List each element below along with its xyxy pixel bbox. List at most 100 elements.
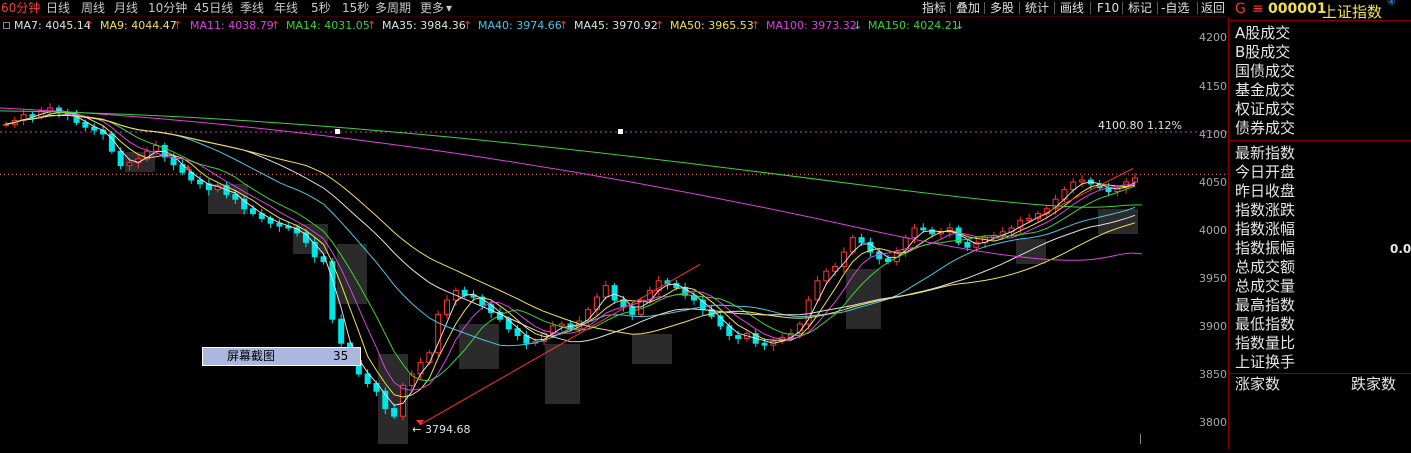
period-tab-bar: 60分钟 日线 周线 月线 10分钟 45日线 季线 年线 5秒 15秒 多周期… [0,0,1228,17]
tab-45day[interactable]: 45日线 [194,0,233,16]
low-arrow-icon: ← [412,423,422,436]
candle-body [249,208,256,215]
candle-body [338,318,345,344]
toolbar-stats-button[interactable]: 统计 [1025,0,1049,16]
y-label-4150: 4150 [1199,80,1227,93]
toolbar-divider [950,2,951,14]
y-label-3900: 3900 [1199,320,1227,333]
candle-body [602,285,609,298]
candle-body [152,144,159,152]
row-total-volume: 总成交量 [1235,277,1296,295]
tab-daily[interactable]: 日线 [46,0,70,16]
tab-5sec[interactable]: 5秒 [311,0,331,16]
candle-body [611,285,618,301]
panel-divider [1230,373,1411,374]
tab-weekly[interactable]: 周线 [81,0,105,16]
toolbar-f10-button[interactable]: F10 [1097,0,1119,16]
backdrop-block [337,244,367,304]
ma9-label: MA9: 4044.47 [100,19,177,32]
more-chevron-icon[interactable]: ▾ [446,0,452,16]
tab-15sec[interactable]: 15秒 [342,0,369,16]
ma-legend: MA7: 4045.14 ↑ MA9: 4044.47 ↑ MA11: 4038… [0,17,1228,34]
backdrop-block [459,324,499,369]
toolbar-divider [1054,2,1055,14]
candle-body [329,261,336,320]
candle-body [620,299,627,308]
toolbar-divider [1090,2,1091,14]
y-label-4050: 4050 [1199,176,1227,189]
panel-divider [1230,140,1411,141]
toolbar-remove-watchlist-button[interactable]: -自选 [1161,0,1189,16]
candle-body [1132,177,1138,183]
screenshot-tip[interactable]: 屏幕截图 35 [202,347,361,366]
ref-handle [618,129,623,134]
row-index-amplitude: 指数振幅 [1235,239,1296,257]
row-index-change: 指数涨跌 [1235,201,1296,219]
tab-monthly[interactable]: 月线 [114,0,138,16]
backdrop-block [545,344,580,404]
candle-body [3,123,9,126]
candle-body [761,342,768,346]
candle-body [920,227,927,231]
candle-body [1026,217,1033,221]
circle-number-icon[interactable]: ④ [1387,0,1396,8]
tab-multi-period[interactable]: 多周期 [375,0,411,16]
tab-quarter[interactable]: 季线 [240,0,264,16]
row-warrant-volume: 权证成交 [1235,100,1296,118]
tab-yearly[interactable]: 年线 [274,0,298,16]
decliners-label: 跌家数 [1351,375,1397,393]
index-code: 000001 [1268,1,1327,17]
candle-body [805,299,812,325]
toolbar-divider [1019,2,1020,14]
backdrop-block [1016,239,1046,264]
y-label-4200: 4200 [1199,31,1227,44]
advancers-label: 涨家数 [1235,375,1281,393]
low-price-label: 3794.68 [425,423,471,436]
row-today-open: 今日开盘 [1235,163,1296,181]
ma45-arrow: ↑ [655,19,665,32]
ma14-arrow: ↑ [367,19,377,32]
row-b-share-volume: B股成交 [1235,43,1291,61]
toolbar-overlay-button[interactable]: 叠加 [956,0,980,16]
legend-toggle-icon[interactable] [3,22,10,29]
candle-body [1079,179,1086,183]
candle-body [823,270,830,282]
tab-more[interactable]: 更多 [420,0,444,16]
row-index-change-pct: 指数涨幅 [1235,220,1296,238]
y-label-4100: 4100 [1199,128,1227,141]
candle-body [964,241,971,248]
tab-10min[interactable]: 10分钟 [148,0,187,16]
ma9-arrow: ↑ [173,19,183,32]
ma100-label: MA100: 3973.32 [766,19,857,32]
ma11-arrow: ↑ [271,19,281,32]
ma7-arrow: ↑ [85,19,95,32]
row-prev-close: 昨日收盘 [1235,182,1296,200]
menu-icon[interactable]: ≡ [1252,1,1264,17]
ma150-arrow: ↓ [955,19,965,32]
y-label-3800: 3800 [1199,416,1227,429]
toolbar-mark-button[interactable]: 标记 [1128,0,1152,16]
candle-body [117,150,124,167]
ma11-label: MA11: 4038.79 [190,19,274,32]
row-high-index: 最高指数 [1235,296,1296,314]
toolbar-divider [1122,2,1123,14]
candle-body [558,323,565,327]
toolbar-indicator-button[interactable]: 指标 [922,0,946,16]
candle-body [840,251,847,267]
candlestick-chart[interactable] [0,34,1228,449]
tab-60min[interactable]: 60分钟 [1,0,40,16]
toolbar-back-button[interactable]: 返回 [1201,0,1225,16]
row-bond-volume: 债券成交 [1235,119,1296,137]
chart-canvas[interactable] [0,34,1228,449]
ma50-label: MA50: 3965.53 [670,19,754,32]
toolbar-divider [1197,2,1198,14]
quote-panel: G ≡ 000001 上证指数 ④ A股成交 B股成交 国债成交 基金成交 权证… [1230,0,1411,449]
toolbar-draw-button[interactable]: 画线 [1060,0,1084,16]
candle-body [911,227,918,239]
ma-line [5,114,1136,335]
candle-body [444,299,451,315]
backdrop-block [632,334,672,364]
toolbar-multistock-button[interactable]: 多股 [990,0,1014,16]
ma45-label: MA45: 3970.92 [574,19,658,32]
candle-body [461,289,468,296]
